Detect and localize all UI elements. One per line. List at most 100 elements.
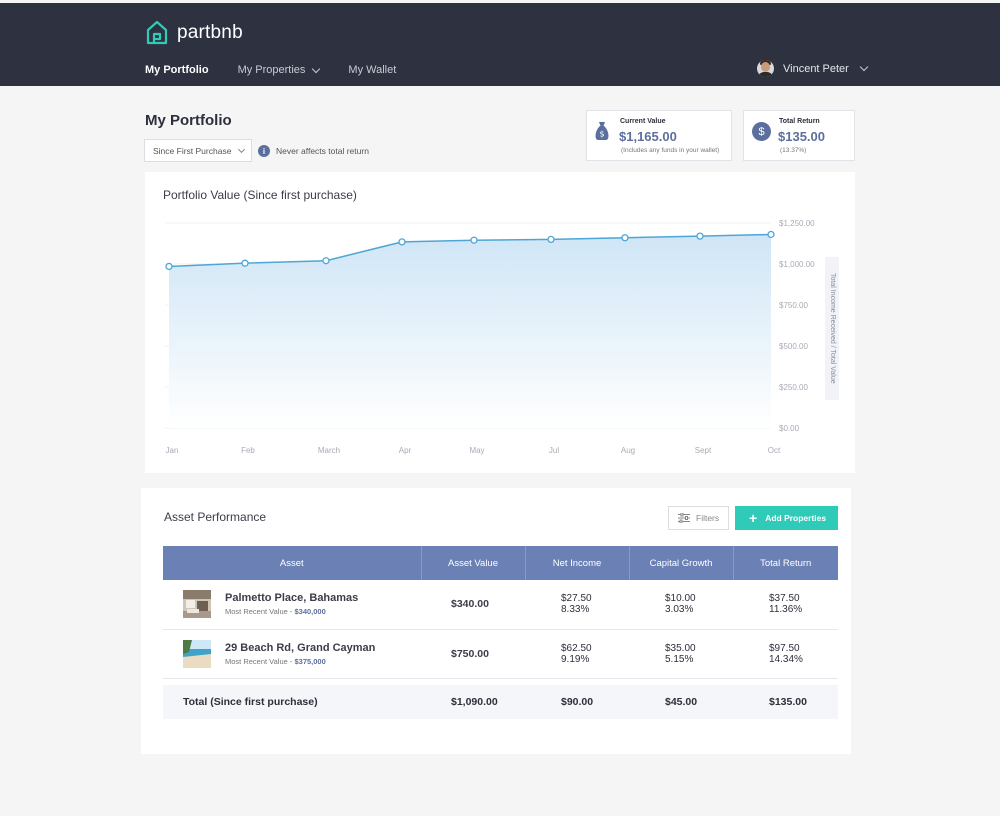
chevron-down-icon xyxy=(238,145,246,153)
column-header-capital-growth[interactable]: Capital Growth xyxy=(629,546,734,580)
area-fill xyxy=(169,234,771,428)
x-tick-label: Jul xyxy=(549,446,559,455)
nav-my-portfolio[interactable]: My Portfolio xyxy=(145,64,209,76)
right-axis-label: Total Income Received / Total Value xyxy=(829,273,836,384)
x-tick-label: Aug xyxy=(621,446,635,455)
nav-label: My Properties xyxy=(237,64,306,76)
y-tick-label: $1,250.00 xyxy=(779,219,815,228)
net-income-pct: 9.19% xyxy=(561,653,590,665)
brand-logo[interactable]: partbnb xyxy=(145,20,243,45)
sliders-icon xyxy=(678,513,690,523)
dollar-icon: $ xyxy=(752,122,771,141)
property-thumbnail xyxy=(183,639,211,668)
current-value: $1,165.00 xyxy=(619,129,677,144)
column-header-asset[interactable]: Asset xyxy=(163,546,422,580)
x-tick-label: Apr xyxy=(399,446,412,455)
nav-label: My Wallet xyxy=(348,64,397,76)
x-tick-label: Sept xyxy=(695,446,712,455)
money-bag-icon: $ xyxy=(595,122,609,140)
asset-value: $340.00 xyxy=(451,598,489,611)
x-tick-label: March xyxy=(318,446,340,455)
chevron-down-icon xyxy=(859,62,869,72)
nav-my-properties[interactable]: My Properties xyxy=(237,64,321,76)
net-income-pct: 8.33% xyxy=(561,604,590,616)
x-tick-label: May xyxy=(469,446,484,455)
total-return-pct: (13.37%) xyxy=(780,147,807,154)
y-tick-label: $0.00 xyxy=(779,424,800,433)
info-icon[interactable]: i xyxy=(258,145,270,157)
add-properties-label: Add Properties xyxy=(765,513,827,523)
column-header-asset-value[interactable]: Asset Value xyxy=(421,546,526,580)
capital-growth: $10.00 xyxy=(665,593,696,605)
asset-recent-value: Most Recent Value - $375,000 xyxy=(225,656,326,666)
x-tick-label: Oct xyxy=(768,446,781,455)
chart-canvas: $1,250.00 $1,000.00 $750.00 $500.00 $250.00 $… xyxy=(165,219,839,455)
asset-name[interactable]: Palmetto Place, Bahamas xyxy=(225,592,358,604)
data-point xyxy=(767,230,775,239)
period-select-value: Since First Purchase xyxy=(153,145,232,156)
total-label: Total (Since first purchase) xyxy=(163,685,421,719)
asset-performance-panel: Asset Performance Filters + Add Properti… xyxy=(141,488,851,754)
nav-my-wallet[interactable]: My Wallet xyxy=(348,64,396,76)
info-note-text: Never affects total return xyxy=(276,146,369,156)
table-row[interactable]: Palmetto Place, Bahamas Most Recent Valu… xyxy=(163,580,838,630)
total-return-pct: 11.36% xyxy=(769,604,803,616)
y-tick-label: $500.00 xyxy=(779,342,808,351)
data-point xyxy=(241,259,249,267)
capital-growth: $35.00 xyxy=(665,642,696,654)
nav-label: My Portfolio xyxy=(145,64,209,76)
total-net-income: $90.00 xyxy=(525,685,629,719)
asset-name[interactable]: 29 Beach Rd, Grand Cayman xyxy=(225,642,375,654)
data-point xyxy=(547,235,555,244)
total-return-card: $ Total Return $135.00 (13.37%) xyxy=(743,110,855,161)
column-header-net-income[interactable]: Net Income xyxy=(525,546,630,580)
total-return: $97.50 xyxy=(769,642,800,654)
chevron-down-icon xyxy=(312,64,321,73)
total-return-value: $135.00 xyxy=(778,129,825,144)
svg-text:$: $ xyxy=(599,130,604,139)
total-return-label: Total Return xyxy=(779,118,820,125)
asset-value: $750.00 xyxy=(451,647,489,660)
table-row[interactable]: 29 Beach Rd, Grand Cayman Most Recent Va… xyxy=(163,629,838,679)
info-note: i Never affects total return xyxy=(258,145,369,157)
total-return: $37.50 xyxy=(769,593,800,605)
table-header-row: Asset Asset Value Net Income Capital Gro… xyxy=(163,546,838,580)
y-tick-label: $750.00 xyxy=(779,301,808,310)
current-value-note: (Includes any funds in your wallet) xyxy=(621,147,720,154)
top-navigation-bar: partbnb My Portfolio My Properties My Wa… xyxy=(0,3,1000,86)
total-asset-value: $1,090.00 xyxy=(421,685,525,719)
property-thumbnail xyxy=(183,590,211,619)
data-point xyxy=(470,236,478,244)
x-tick-label: Feb xyxy=(241,446,255,455)
data-point xyxy=(398,238,406,246)
y-tick-label: $250.00 xyxy=(779,383,808,392)
current-value-card: $ Current Value $1,165.00 (Includes any … xyxy=(586,110,732,161)
y-tick-label: $1,000.00 xyxy=(779,260,815,269)
brand-name: partbnb xyxy=(177,21,243,43)
main-nav: My Portfolio My Properties My Wallet xyxy=(145,64,425,76)
table-spacer xyxy=(163,678,838,685)
filters-button[interactable]: Filters xyxy=(668,506,729,530)
net-income: $27.50 xyxy=(561,593,592,605)
total-capital-growth: $45.00 xyxy=(629,685,733,719)
data-point xyxy=(165,262,173,271)
asset-performance-title: Asset Performance xyxy=(164,510,267,524)
user-name: Vincent Peter xyxy=(783,62,849,75)
asset-recent-value: Most Recent Value - $340,000 xyxy=(225,607,326,617)
add-properties-button[interactable]: + Add Properties xyxy=(735,506,838,530)
portfolio-value-chart: Portfolio Value (Since first purchase) $… xyxy=(145,172,855,473)
avatar xyxy=(757,60,774,77)
x-tick-label: Jan xyxy=(166,446,179,455)
house-logo-icon xyxy=(146,20,168,45)
page-title: My Portfolio xyxy=(145,112,232,129)
total-return-pct: 14.34% xyxy=(769,653,803,665)
user-menu[interactable]: Vincent Peter xyxy=(757,60,869,77)
net-income: $62.50 xyxy=(561,642,592,654)
data-point xyxy=(621,234,629,242)
column-header-total-return[interactable]: Total Return xyxy=(733,546,838,580)
period-select[interactable]: Since First Purchase xyxy=(144,139,252,162)
data-point xyxy=(322,257,330,265)
table-total-row: Total (Since first purchase) $1,090.00 $… xyxy=(163,685,838,719)
filters-label: Filters xyxy=(696,513,720,523)
capital-growth-pct: 5.15% xyxy=(665,653,694,665)
